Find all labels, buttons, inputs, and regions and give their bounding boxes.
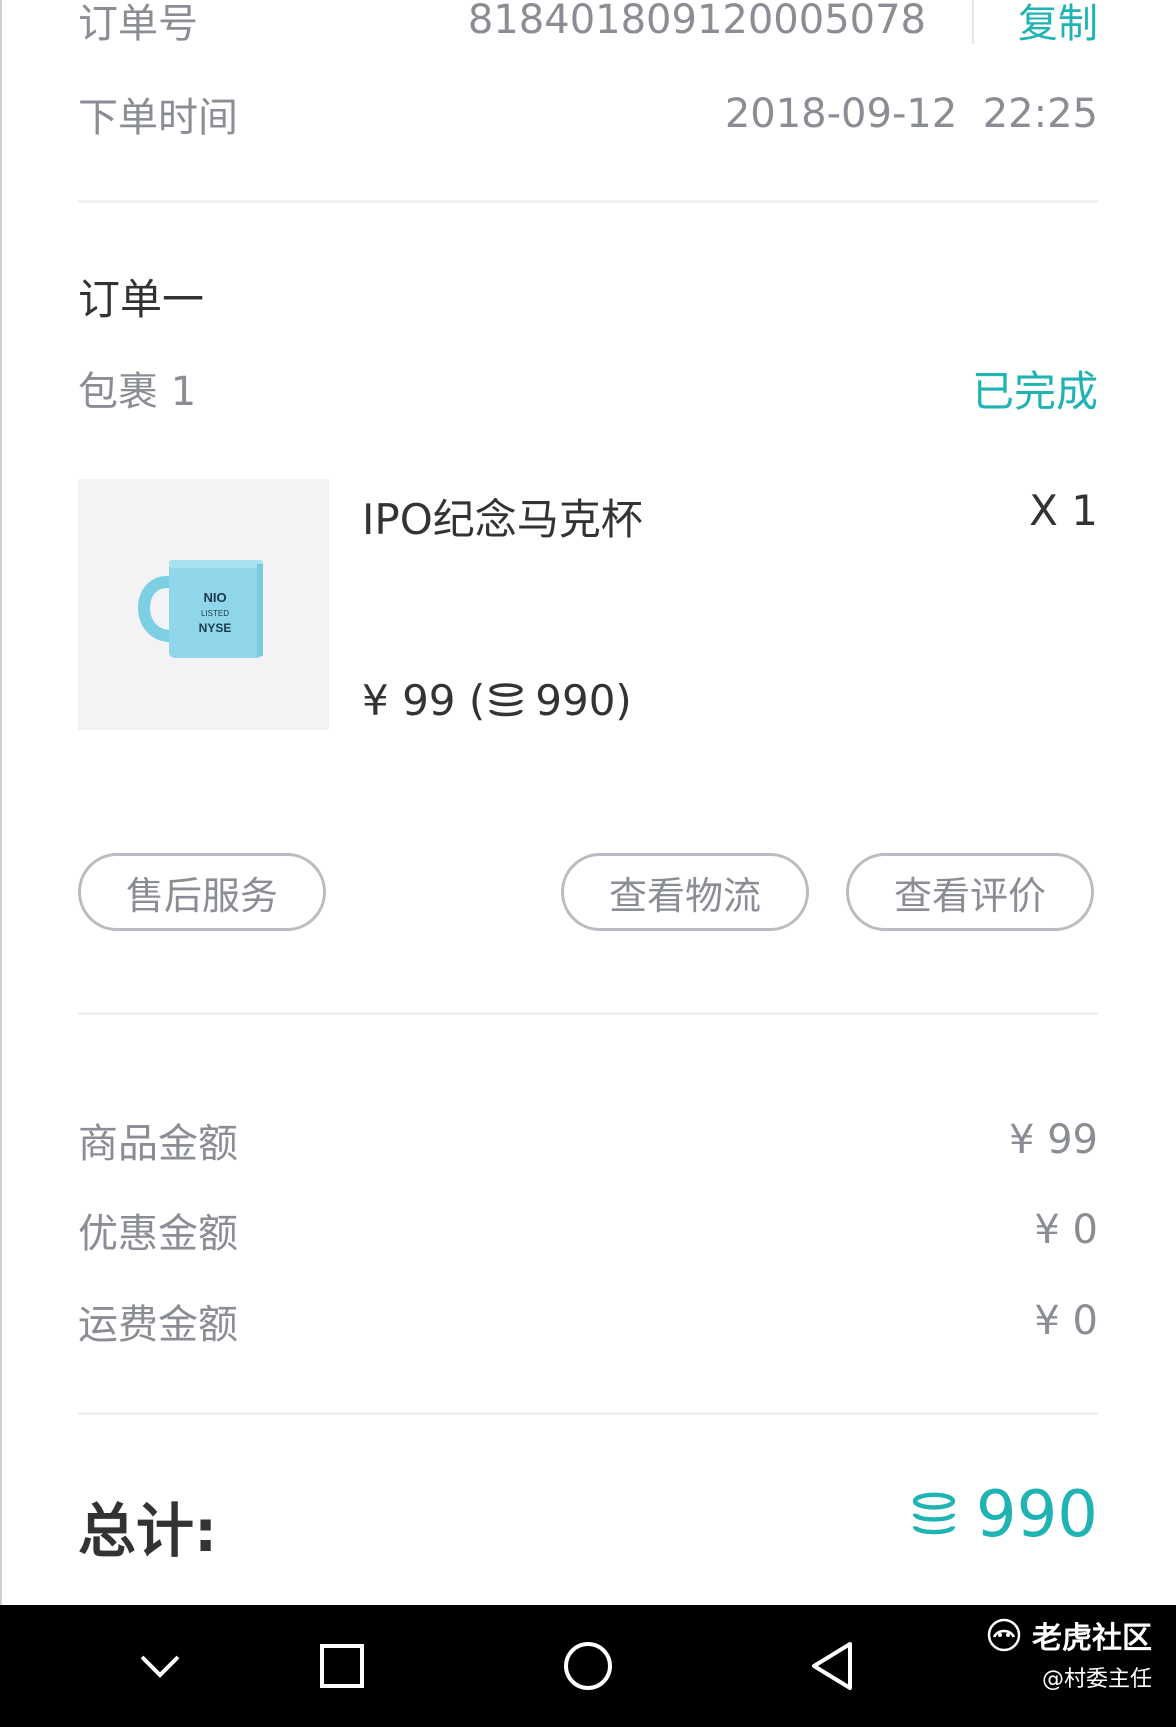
total-value: 990 — [975, 1478, 1098, 1552]
watermark-brand: 老虎社区 — [986, 1613, 1152, 1657]
order-number-row: 订单号 818401809120005078 复制 — [78, 0, 1098, 48]
left-edge-line — [0, 0, 2, 1605]
order-number-label: 订单号 — [78, 1, 198, 47]
watermark: 老虎社区 @村委主任 — [986, 1613, 1152, 1693]
product-quantity: X 1 — [1029, 486, 1098, 535]
discount-amount-value: ¥ 0 — [1034, 1207, 1098, 1253]
order-time-label: 下单时间 — [78, 95, 238, 141]
order-status: 已完成 — [971, 366, 1098, 416]
order-time-value: 2018-09-12 22:25 — [724, 91, 1098, 137]
order-number-value: 818401809120005078 — [467, 0, 926, 43]
shipping-amount-value: ¥ 0 — [1034, 1298, 1098, 1344]
order-title: 订单一 — [78, 274, 205, 324]
shipping-amount-row: 运费金额 ¥ 0 — [78, 1293, 1098, 1349]
after-sales-button[interactable]: 售后服务 — [78, 853, 326, 931]
product-price: ¥ 99 ( 990) — [362, 676, 632, 725]
tiger-logo-icon — [987, 1618, 1021, 1652]
view-logistics-button[interactable]: 查看物流 — [561, 853, 809, 931]
order-title-row: 订单一 — [78, 268, 1098, 324]
price-prefix: ¥ 99 ( — [362, 676, 486, 725]
copy-button[interactable]: 复制 — [1018, 0, 1098, 49]
nav-home-button[interactable] — [553, 1635, 623, 1697]
system-navigation-bar: 老虎社区 @村委主任 — [0, 1605, 1176, 1727]
product-name[interactable]: IPO纪念马克杯 — [362, 486, 643, 547]
goods-amount-row: 商品金额 ¥ 99 — [78, 1112, 1098, 1168]
circle-icon — [564, 1642, 612, 1690]
view-review-button[interactable]: 查看评价 — [846, 853, 1094, 931]
chevron-down-icon — [140, 1655, 180, 1678]
mug-text-nyse: NYSE — [198, 621, 231, 635]
points-coin-icon — [489, 682, 524, 716]
square-icon — [320, 1644, 364, 1688]
divider — [78, 200, 1098, 203]
discount-amount-label: 优惠金额 — [78, 1211, 238, 1257]
watermark-user: @村委主任 — [1041, 1667, 1152, 1692]
vertical-separator — [972, 0, 974, 44]
package-row: 包裹 1 已完成 — [78, 360, 1098, 416]
mug-text-nio: NIO — [203, 590, 226, 605]
divider — [78, 1012, 1098, 1015]
points-coin-icon — [912, 1492, 956, 1535]
goods-amount-value: ¥ 99 — [1008, 1117, 1098, 1163]
mug-icon: NIO LISTED NYSE — [137, 559, 263, 658]
divider — [78, 1412, 1098, 1415]
package-label: 包裹 1 — [78, 369, 197, 415]
watermark-brand-text: 老虎社区 — [1032, 1621, 1152, 1656]
product-image[interactable]: NIO LISTED NYSE — [78, 479, 329, 730]
order-number-group: 818401809120005078 复制 — [468, 0, 1098, 49]
nav-hide-button[interactable] — [125, 1635, 195, 1697]
order-time-row: 下单时间 2018-09-12 22:25 — [78, 86, 1098, 142]
price-points: 990) — [535, 676, 632, 725]
triangle-back-icon — [812, 1642, 852, 1690]
total-label: 总计: — [78, 1497, 218, 1565]
discount-amount-row: 优惠金额 ¥ 0 — [78, 1202, 1098, 1258]
shipping-amount-label: 运费金额 — [78, 1302, 238, 1348]
nav-back-button[interactable] — [797, 1635, 867, 1697]
goods-amount-label: 商品金额 — [78, 1121, 238, 1167]
total-value-group: 990 — [910, 1478, 1098, 1552]
nav-recents-button[interactable] — [307, 1635, 377, 1697]
mug-text-listed: LISTED — [200, 609, 228, 618]
